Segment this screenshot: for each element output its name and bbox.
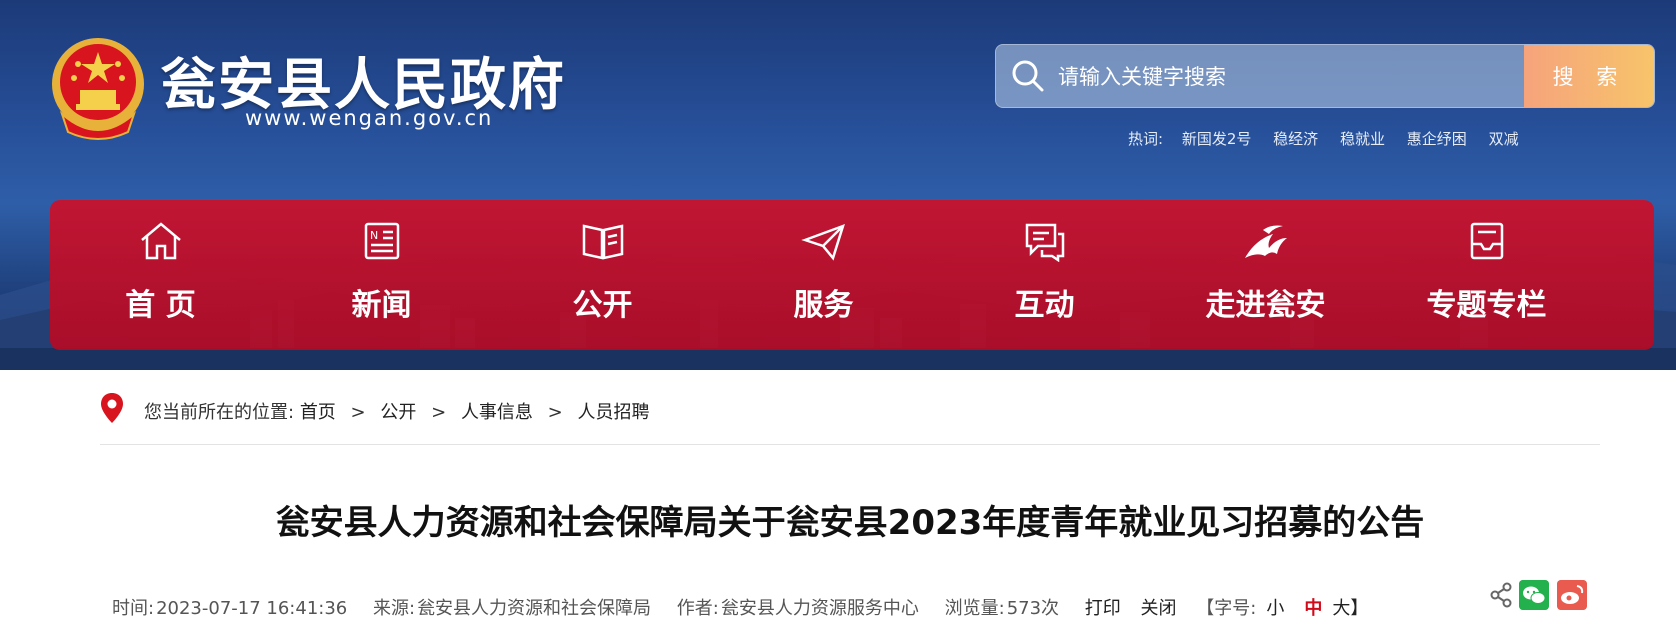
breadcrumb-separator: > (431, 402, 447, 423)
font-size-large-button[interactable]: 大】 (1332, 598, 1368, 619)
article-author: 瓮安县人力资源服务中心 (720, 598, 919, 619)
nav-item-about-wengan[interactable]: 走进瓮安 (1155, 200, 1376, 350)
breadcrumb-text: 您当前所在的位置: 首页 > 公开 > 人事信息 > 人员招聘 (144, 398, 650, 424)
nav-label: 首 页 (125, 288, 196, 323)
nav-label: 专题专栏 (1426, 288, 1547, 323)
nav-label: 公开 (572, 288, 633, 323)
site-url: www.wengan.gov.cn (245, 106, 494, 130)
hot-word-link[interactable]: 惠企纾困 (1407, 130, 1467, 148)
breadcrumb-link-recruitment[interactable]: 人员招聘 (578, 402, 650, 423)
breadcrumb-separator: > (547, 402, 563, 423)
hot-word-link[interactable]: 新国发2号 (1182, 130, 1252, 148)
nav-item-home[interactable]: 首 页 (50, 200, 271, 350)
hot-words-label: 热词: (1128, 130, 1164, 148)
font-size-medium-button[interactable]: 中 (1304, 598, 1322, 619)
hot-word-link[interactable]: 双减 (1489, 130, 1519, 148)
landmark-icon (1245, 225, 1287, 258)
breadcrumb-link-personnel[interactable]: 人事信息 (461, 402, 533, 423)
author-label: 作者: (676, 598, 719, 619)
search-icon (1012, 60, 1044, 92)
article-title: 瓮安县人力资源和社会保障局关于瓮安县2023年度青年就业见习招募的公告 (275, 503, 1425, 543)
breadcrumb: 您当前所在的位置: 首页 > 公开 > 人事信息 > 人员招聘 (100, 390, 1600, 430)
nav-label: 互动 (1014, 288, 1075, 323)
breadcrumb-prefix: 您当前所在的位置: (144, 402, 295, 423)
news-icon: N (364, 222, 400, 260)
book-icon (582, 224, 624, 260)
breadcrumb-link-public[interactable]: 公开 (380, 402, 416, 423)
location-pin-icon (101, 393, 123, 423)
nav-label: 服务 (793, 288, 854, 323)
article-source: 瓮安县人力资源和社会保障局 (417, 598, 652, 619)
inbox-icon (1470, 222, 1504, 260)
nav-item-public[interactable]: 公开 (492, 200, 713, 350)
view-count: 573次 (1006, 598, 1060, 619)
nav-label: 新闻 (351, 288, 412, 323)
paper-plane-icon (801, 223, 845, 261)
source-label: 来源: (372, 598, 416, 619)
site-header: 瓮安县人民政府 www.wengan.gov.cn 搜 索 热词: 新国发2号 … (0, 0, 1676, 370)
hot-word-link[interactable]: 稳经济 (1273, 130, 1318, 148)
article-meta: 时间: 2023-07-17 16:41:36 来源: 瓮安县人力资源和社会保障局 … (112, 594, 1378, 620)
hot-word-link[interactable]: 稳就业 (1340, 130, 1385, 148)
nav-item-service[interactable]: 服务 (713, 200, 934, 350)
nav-label: 走进瓮安 (1205, 288, 1326, 323)
hot-words: 热词: 新国发2号 稳经济 稳就业 惠企纾困 双减 (1128, 128, 1536, 149)
nav-item-interact[interactable]: 互动 (934, 200, 1155, 350)
time-label: 时间: (112, 598, 155, 619)
font-size-small-button[interactable]: 小 (1266, 598, 1284, 619)
main-nav: 首 页 N 新闻 公开 服务 互动 走进瓮安 专题专栏 (50, 200, 1654, 350)
weibo-share-icon[interactable] (1557, 580, 1587, 610)
search-input[interactable] (1056, 45, 1510, 107)
home-icon (141, 222, 181, 260)
search-button[interactable]: 搜 索 (1524, 45, 1654, 107)
nav-item-news[interactable]: N 新闻 (271, 200, 492, 350)
print-button[interactable]: 打印 (1085, 598, 1121, 619)
divider (100, 444, 1600, 445)
svg-text:N: N (370, 229, 378, 242)
breadcrumb-separator: > (350, 402, 366, 423)
search-bar: 搜 索 (995, 44, 1655, 108)
share-icon[interactable] (1489, 580, 1513, 610)
publish-time: 2023-07-17 16:41:36 (156, 598, 348, 619)
wechat-share-icon[interactable] (1519, 580, 1549, 610)
chat-icon (1025, 223, 1065, 262)
font-size-label: 【字号: (1196, 598, 1257, 619)
views-label: 浏览量: (944, 598, 1005, 619)
breadcrumb-link-home[interactable]: 首页 (300, 402, 336, 423)
national-emblem-icon (52, 38, 144, 140)
close-button[interactable]: 关闭 (1141, 598, 1177, 619)
nav-item-special-topics[interactable]: 专题专栏 (1376, 200, 1597, 350)
